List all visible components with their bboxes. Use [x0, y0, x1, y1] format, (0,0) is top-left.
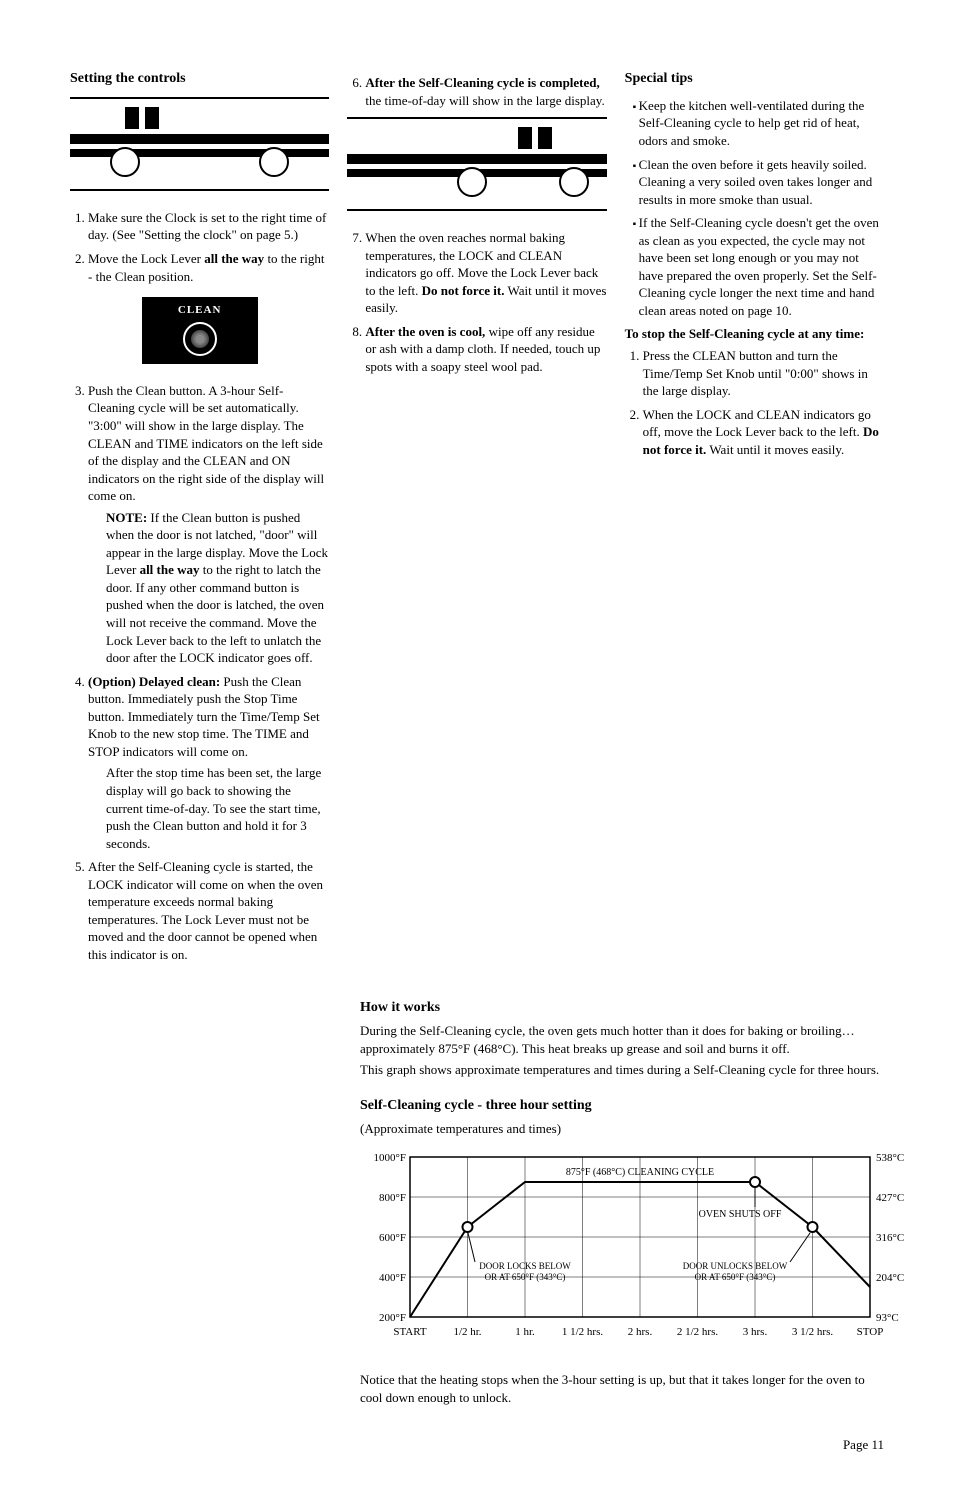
heading-how-it-works: How it works — [360, 999, 884, 1018]
stop-step-2: When the LOCK and CLEAN indicators go of… — [643, 406, 884, 459]
step-3: Push the Clean button. A 3-hour Self-Cle… — [88, 382, 329, 667]
xtick-2: 2 hrs. — [628, 1326, 653, 1338]
ytick-f-1000: 1000°F — [373, 1152, 406, 1164]
xtick-3: 3 hrs. — [743, 1326, 768, 1338]
chart-subtitle: (Approximate temperatures and times) — [360, 1120, 884, 1138]
ytick-f-200: 200°F — [379, 1312, 406, 1324]
how-it-works-p2: This graph shows approximate temperature… — [360, 1061, 884, 1079]
stop-step-1: Press the CLEAN button and turn the Time… — [643, 347, 884, 400]
step-2: Move the Lock Lever all the way to the r… — [88, 250, 329, 285]
anno-door-unlocks-1: DOOR UNLOCKS BELOW — [683, 1261, 788, 1271]
how-it-works-p1: During the Self-Cleaning cycle, the oven… — [360, 1022, 884, 1057]
column-right: Special tips Keep the kitchen well-venti… — [625, 70, 884, 969]
step-8: After the oven is cool, wipe off any res… — [365, 323, 606, 376]
notice-text: Notice that the heating stops when the 3… — [360, 1371, 884, 1406]
control-panel-illustration-2 — [347, 117, 606, 211]
anno-door-locks-1: DOOR LOCKS BELOW — [479, 1261, 571, 1271]
heading-special-tips: Special tips — [625, 70, 884, 89]
chart-title: Self-Cleaning cycle - three hour setting — [360, 1097, 884, 1116]
clean-label: CLEAN — [178, 304, 222, 316]
marker-oven-shuts-off — [750, 1177, 760, 1187]
heading-setting-controls: Setting the controls — [70, 70, 329, 89]
anno-door-unlocks-2: OR AT 650°F (343°C) — [695, 1272, 776, 1282]
ytick-f-800: 800°F — [379, 1192, 406, 1204]
ytick-c-538: 538°C — [876, 1152, 904, 1164]
xtick-35: 3 1/2 hrs. — [792, 1326, 834, 1338]
step-7: When the oven reaches normal baking temp… — [365, 229, 606, 317]
ytick-c-93: 93°C — [876, 1312, 899, 1324]
xtick-1: 1 hr. — [515, 1326, 535, 1338]
step-5: After the Self-Cleaning cycle is started… — [88, 858, 329, 963]
heading-stop-cycle: To stop the Self-Cleaning cycle at any t… — [625, 325, 884, 343]
xtick-stop: STOP — [857, 1326, 884, 1338]
tip-1: Keep the kitchen well-ventilated during … — [639, 97, 884, 150]
anno-oven-shuts-off: OVEN SHUTS OFF — [699, 1209, 782, 1220]
step-6: After the Self-Cleaning cycle is complet… — [365, 74, 606, 109]
self-cleaning-chart: 1000°F 800°F 600°F 400°F 200°F 538°C 427… — [360, 1147, 884, 1357]
step-1: Make sure the Clock is set to the right … — [88, 209, 329, 244]
ytick-c-427: 427°C — [876, 1192, 904, 1204]
column-middle: After the Self-Cleaning cycle is complet… — [347, 70, 606, 969]
ytick-c-316: 316°C — [876, 1232, 904, 1244]
step-4: (Option) Delayed clean: Push the Clean b… — [88, 673, 329, 852]
clean-button-illustration: CLEAN — [142, 297, 258, 364]
ytick-c-204: 204°C — [876, 1272, 904, 1284]
xtick-start: START — [393, 1326, 427, 1338]
lower-section: How it works During the Self-Cleaning cy… — [360, 999, 884, 1406]
xtick-25: 2 1/2 hrs. — [677, 1326, 719, 1338]
marker-door-locks — [463, 1222, 473, 1232]
xtick-15: 1 1/2 hrs. — [562, 1326, 604, 1338]
control-panel-illustration-1 — [70, 97, 329, 191]
tip-3: If the Self-Cleaning cycle doesn't get t… — [639, 214, 884, 319]
ytick-f-600: 600°F — [379, 1232, 406, 1244]
tip-2: Clean the oven before it gets heavily so… — [639, 156, 884, 209]
marker-door-unlocks — [808, 1222, 818, 1232]
anno-cleaning-cycle: 875°F (468°C) CLEANING CYCLE — [566, 1167, 714, 1178]
ytick-f-400: 400°F — [379, 1272, 406, 1284]
xtick-05: 1/2 hr. — [453, 1326, 481, 1338]
anno-door-locks-2: OR AT 650°F (343°C) — [485, 1272, 566, 1282]
page-number: Page 11 — [70, 1436, 884, 1454]
column-left: Setting the controls Make sure the Clock… — [70, 70, 329, 969]
